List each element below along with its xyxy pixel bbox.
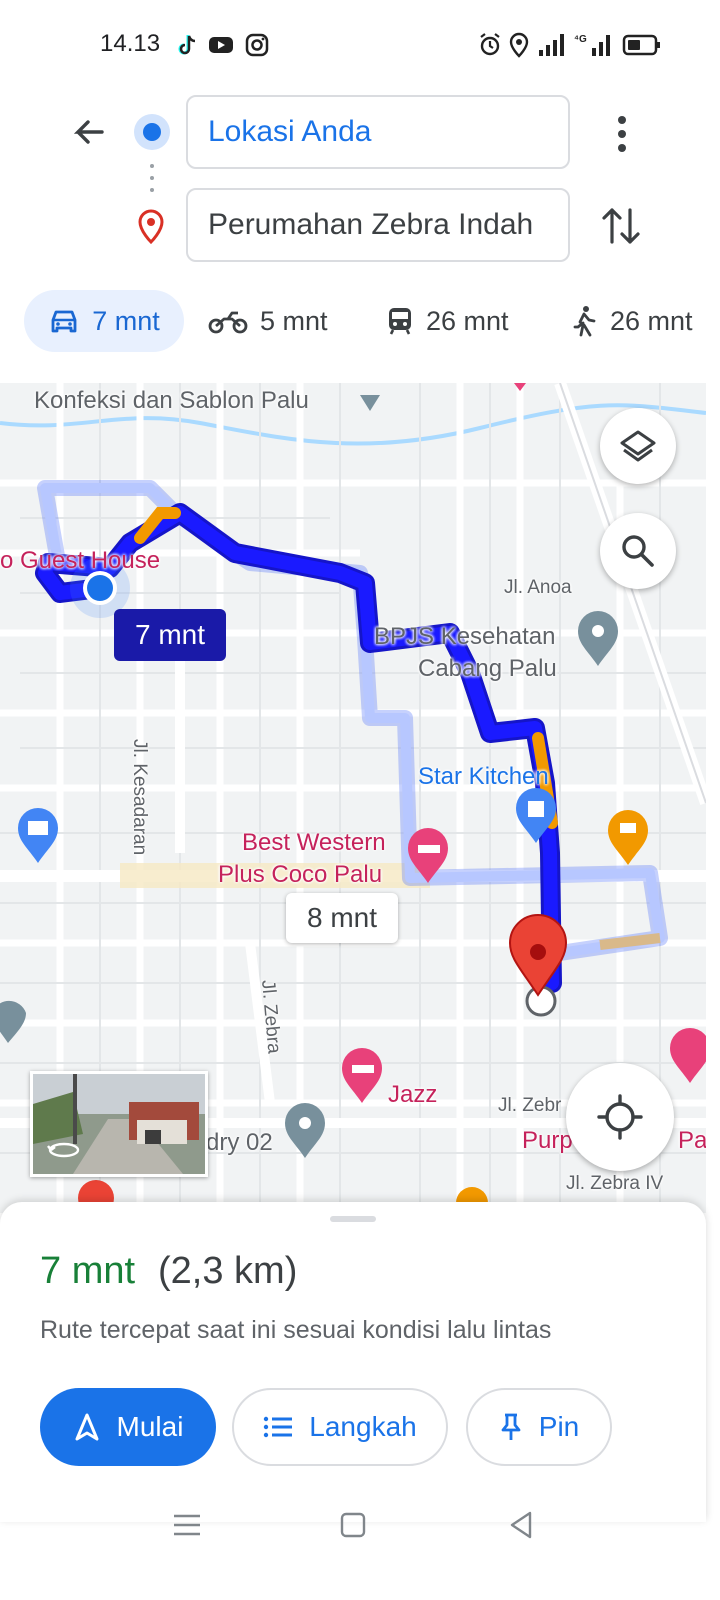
- alternate-route-callout[interactable]: 8 mnt: [286, 893, 398, 943]
- home-nav-icon[interactable]: [336, 1508, 370, 1542]
- map-label-purple: Purp: [522, 1127, 573, 1154]
- 4g-signal-icon: ⁴G: [574, 34, 610, 56]
- more-options-icon[interactable]: [602, 108, 642, 160]
- mode-transit[interactable]: 26 mnt: [386, 290, 509, 352]
- car-icon: [51, 310, 77, 333]
- destination-pin-icon: [138, 209, 164, 244]
- transit-icon: [389, 308, 411, 335]
- crosshair-icon: [597, 1094, 643, 1140]
- map-label-bpjs-line2: Cabang Palu: [418, 655, 557, 682]
- street-view-thumbnail[interactable]: [30, 1071, 208, 1177]
- walk-icon: [573, 306, 596, 337]
- street-view-rotate-icon: [47, 1142, 80, 1158]
- signal-icon: [539, 34, 564, 56]
- steps-label: Langkah: [309, 1411, 417, 1442]
- map-label-jazz: Jazz: [388, 1081, 438, 1108]
- search-icon: [622, 535, 654, 567]
- route-connector-dots: [150, 164, 154, 198]
- my-location-button[interactable]: [566, 1063, 674, 1171]
- search-along-route-button[interactable]: [600, 513, 676, 589]
- map-label-bpjs-line1: BPJS Kesehatan: [374, 623, 556, 650]
- map-label-jl-zebra-2: Jl. Zebr: [498, 1095, 562, 1116]
- layers-icon: [620, 430, 656, 462]
- pin-button[interactable]: Pin: [466, 1388, 612, 1466]
- swap-route-icon[interactable]: [596, 200, 646, 252]
- motorcycle-icon: [208, 311, 248, 334]
- pin-icon: [501, 1413, 521, 1440]
- summary-duration: 7 mnt: [40, 1250, 136, 1292]
- instagram-icon: [245, 33, 269, 57]
- mode-walking-time: 26 mnt: [610, 305, 693, 336]
- mode-driving-time: 7 mnt: [92, 305, 160, 336]
- map-label-star-kitchen: Star Kitchen: [418, 763, 549, 790]
- map-label-best-western-line1: Best Western: [242, 829, 386, 856]
- mode-motorcycle-time: 5 mnt: [260, 305, 328, 336]
- layers-button[interactable]: [600, 408, 676, 484]
- destination-input[interactable]: Perumahan Zebra Indah: [186, 188, 570, 262]
- sheet-drag-handle[interactable]: [330, 1216, 376, 1222]
- map-label-guest-house: o Guest House: [0, 547, 161, 574]
- start-label: Mulai: [116, 1411, 184, 1442]
- location-icon: [509, 32, 529, 58]
- menu-nav-icon[interactable]: [170, 1508, 204, 1542]
- mode-driving[interactable]: 7 mnt: [24, 290, 184, 352]
- back-arrow-icon[interactable]: [62, 108, 114, 160]
- mode-motorcycle[interactable]: 5 mnt: [208, 290, 328, 352]
- summary-distance: (2,3 km): [158, 1250, 298, 1292]
- youtube-icon: [209, 37, 233, 53]
- tiktok-icon: [178, 35, 196, 55]
- route-time-callout[interactable]: 7 mnt: [114, 609, 226, 661]
- pin-label: Pin: [538, 1411, 580, 1442]
- map-label-best-western-line2: Plus Coco Palu: [218, 861, 383, 888]
- start-navigation-button[interactable]: Mulai: [40, 1388, 216, 1466]
- map-label-laundry: dry 02: [206, 1129, 273, 1156]
- steps-button[interactable]: Langkah: [232, 1388, 448, 1466]
- svg-text:⁴G: ⁴G: [574, 34, 587, 45]
- status-time: 14.13: [100, 30, 161, 57]
- mode-transit-time: 26 mnt: [426, 305, 509, 336]
- map-label-konfeksi: Konfeksi dan Sablon Palu: [34, 387, 309, 414]
- battery-icon: [622, 34, 660, 56]
- alarm-icon: [480, 33, 500, 56]
- summary-note: Rute tercepat saat ini sesuai kondisi la…: [40, 1316, 552, 1344]
- origin-input[interactable]: Lokasi Anda: [186, 95, 570, 169]
- origin-location-icon: [134, 114, 170, 150]
- back-nav-icon[interactable]: [504, 1508, 538, 1542]
- map-view[interactable]: Konfeksi dan Sablon Palu o Guest House J…: [0, 383, 706, 1213]
- list-icon: [264, 1416, 293, 1438]
- mode-walking[interactable]: 26 mnt: [570, 290, 693, 352]
- navigation-arrow-icon: [75, 1413, 99, 1441]
- map-label-purple-end: Pa: [678, 1127, 706, 1154]
- map-label-jl-zebra-iv: Jl. Zebra IV: [566, 1173, 664, 1194]
- map-label-jl-anoa: Jl. Anoa: [504, 577, 572, 598]
- map-label-jl-kesadaran: Jl. Kesadaran: [129, 739, 150, 856]
